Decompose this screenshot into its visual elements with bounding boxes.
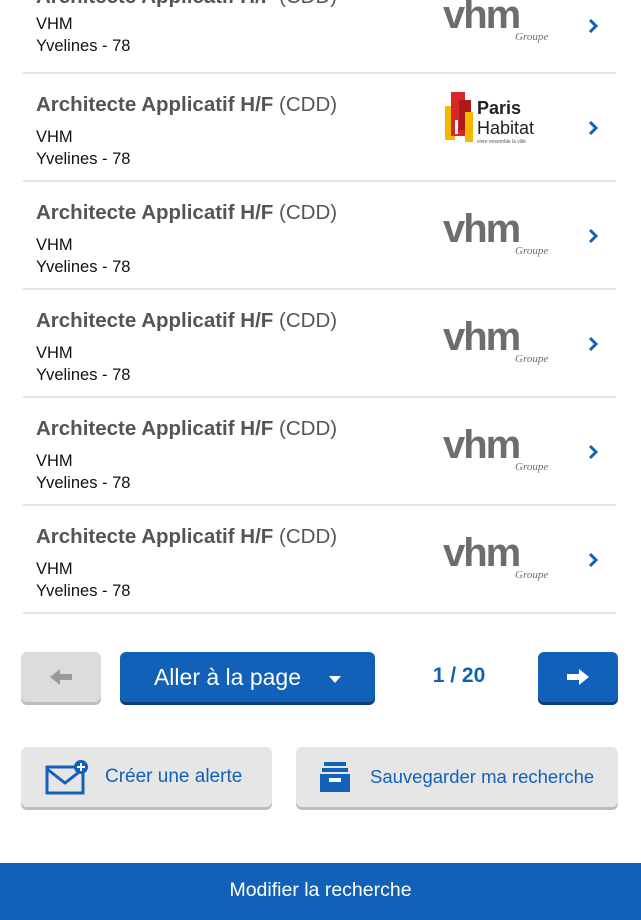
search-actions: Créer une alerte Sauvegarder ma recherch…	[0, 747, 641, 811]
caret-down-icon	[329, 675, 342, 683]
job-title: Architecte Applicatif H/F (CDD)	[36, 309, 338, 332]
pagination: Aller à la page 1 / 20	[0, 652, 641, 702]
svg-text:Paris: Paris	[477, 98, 521, 118]
go-to-page-button[interactable]: Aller à la page	[120, 652, 375, 702]
previous-page-button[interactable]	[21, 652, 101, 702]
chevron-right-icon	[588, 120, 599, 136]
job-list: Architecte Applicatif H/F (CDD) VHM Yvel…	[23, 0, 616, 614]
job-location: Yvelines - 78	[36, 258, 131, 276]
svg-text:Groupe: Groupe	[515, 31, 548, 43]
save-search-button[interactable]: Sauvegarder ma recherche	[296, 747, 618, 807]
svg-text:vhm: vhm	[443, 423, 520, 467]
chevron-right-icon	[588, 228, 599, 244]
modify-search-label: Modifier la recherche	[229, 879, 412, 901]
job-title: Architecte Applicatif H/F (CDD)	[36, 0, 337, 9]
job-item[interactable]: Architecte Applicatif H/F (CDD) VHM Yvel…	[23, 398, 616, 506]
vhm-logo: vhm Groupe	[443, 207, 548, 257]
job-title: Architecte Applicatif H/F (CDD)	[36, 93, 338, 116]
archive-box-icon	[318, 760, 352, 794]
svg-text:vhm: vhm	[443, 531, 520, 575]
mail-plus-icon	[45, 759, 91, 795]
chevron-right-icon	[588, 552, 599, 568]
create-alert-label: Créer une alerte	[105, 766, 243, 787]
svg-text:vhm: vhm	[443, 207, 520, 251]
svg-text:Groupe: Groupe	[515, 353, 548, 365]
save-search-label: Sauvegarder ma recherche	[370, 766, 595, 787]
job-title: Architecte Applicatif H/F (CDD)	[36, 525, 338, 548]
job-company: VHM	[36, 560, 73, 578]
job-item[interactable]: Architecte Applicatif H/F (CDD) VHM Yvel…	[23, 74, 616, 182]
vhm-logo: vhm Groupe	[443, 315, 548, 365]
job-title: Architecte Applicatif H/F (CDD)	[36, 417, 338, 440]
job-location: Yvelines - 78	[36, 474, 131, 492]
go-to-page-label: Aller à la page	[153, 663, 302, 690]
svg-text:Groupe: Groupe	[515, 461, 548, 473]
job-item[interactable]: Architecte Applicatif H/F (CDD) VHM Yvel…	[23, 182, 616, 290]
chevron-right-icon	[588, 336, 599, 352]
create-alert-button[interactable]: Créer une alerte	[21, 747, 272, 807]
chevron-right-icon	[588, 18, 599, 34]
svg-text:Habitat: Habitat	[477, 118, 534, 138]
paris-habitat-logo: Paris Habitat vivre ensemble la ville	[445, 92, 534, 145]
job-location: Yvelines - 78	[36, 366, 131, 384]
vhm-logo: vhm Groupe	[443, 0, 548, 43]
job-title: Architecte Applicatif H/F (CDD)	[36, 201, 338, 224]
svg-text:Groupe: Groupe	[515, 569, 548, 581]
modify-search-button[interactable]: Modifier la recherche	[0, 863, 641, 920]
svg-text:vhm: vhm	[443, 0, 520, 37]
svg-text:Groupe: Groupe	[515, 245, 548, 257]
arrow-right-icon	[567, 669, 589, 685]
page-indicator: 1 / 20	[432, 664, 486, 687]
job-company: VHM	[36, 15, 73, 33]
job-company: VHM	[36, 236, 73, 254]
job-location: Yvelines - 78	[36, 150, 131, 168]
job-location: Yvelines - 78	[36, 37, 131, 55]
chevron-right-icon	[588, 444, 599, 460]
next-page-button[interactable]	[538, 652, 618, 702]
job-item[interactable]: Architecte Applicatif H/F (CDD) VHM Yvel…	[23, 290, 616, 398]
job-item[interactable]: Architecte Applicatif H/F (CDD) VHM Yvel…	[23, 506, 616, 614]
job-company: VHM	[36, 452, 73, 470]
svg-text:vivre ensemble la ville: vivre ensemble la ville	[477, 139, 526, 145]
job-company: VHM	[36, 128, 73, 146]
vhm-logo: vhm Groupe	[443, 423, 548, 473]
job-item[interactable]: Architecte Applicatif H/F (CDD) VHM Yvel…	[23, 0, 616, 74]
vhm-logo: vhm Groupe	[443, 531, 548, 581]
svg-text:vhm: vhm	[443, 315, 520, 359]
job-company: VHM	[36, 344, 73, 362]
arrow-left-icon	[50, 669, 72, 685]
job-location: Yvelines - 78	[36, 582, 131, 600]
